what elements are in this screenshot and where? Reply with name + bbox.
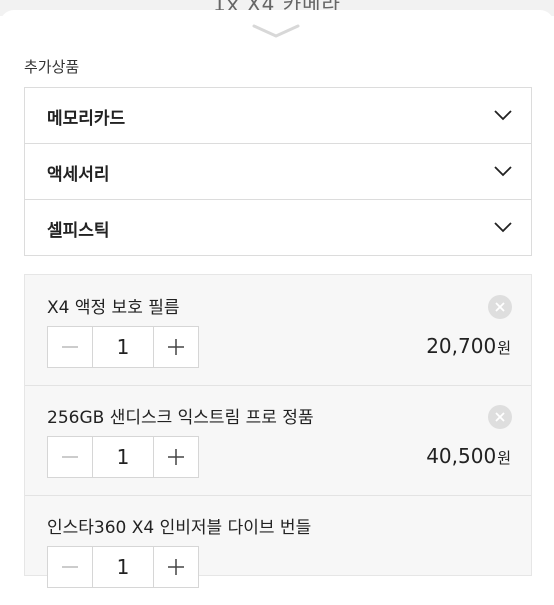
- accordion-label: 액세서리: [47, 165, 110, 185]
- close-icon: [495, 412, 505, 422]
- list-item: X4 액정 보호 필름 1 20,700원: [25, 275, 531, 386]
- minus-icon: [62, 566, 78, 568]
- chevron-down-icon: [494, 222, 512, 233]
- accordion-label: 셀피스틱: [47, 221, 110, 241]
- addon-accordion: 메모리카드 액세서리 셀피스틱: [24, 87, 532, 256]
- chevron-down-icon[interactable]: [250, 22, 302, 40]
- quantity-stepper: 1: [47, 326, 199, 368]
- accordion-item-memory-card[interactable]: 메모리카드: [25, 88, 531, 144]
- currency-unit: 원: [497, 339, 511, 357]
- product-name: 256GB 샌디스크 익스트림 프로 정품: [47, 408, 314, 428]
- increment-button[interactable]: [154, 437, 198, 477]
- minus-icon: [62, 346, 78, 348]
- product-name: 인스타360 X4 인비저블 다이브 번들: [47, 518, 312, 538]
- accordion-label: 메모리카드: [47, 109, 126, 129]
- plus-icon: [168, 449, 184, 465]
- accordion-item-selfie-stick[interactable]: 셀피스틱: [25, 200, 531, 255]
- chevron-down-icon: [494, 166, 512, 177]
- list-item: 256GB 샌디스크 익스트림 프로 정품 1 40,500원: [25, 385, 531, 496]
- remove-button[interactable]: [488, 405, 512, 429]
- product-name: X4 액정 보호 필름: [47, 298, 180, 318]
- selected-products-list: X4 액정 보호 필름 1 20,700원 256GB 샌디스크 익스트림 프로…: [24, 274, 532, 588]
- list-item: 인스타360 X4 인비저블 다이브 번들 1: [25, 495, 531, 605]
- decrement-button[interactable]: [48, 547, 92, 587]
- quantity-stepper: 1: [47, 546, 199, 588]
- chevron-down-icon: [494, 110, 512, 121]
- product-price: 20,700원: [426, 334, 511, 358]
- close-icon: [495, 302, 505, 312]
- accordion-item-accessory[interactable]: 액세서리: [25, 144, 531, 200]
- remove-button[interactable]: [488, 295, 512, 319]
- quantity-value[interactable]: 1: [92, 437, 154, 477]
- section-label: 추가상품: [24, 58, 80, 76]
- quantity-value[interactable]: 1: [92, 547, 154, 587]
- plus-icon: [168, 339, 184, 355]
- product-price: 40,500원: [426, 444, 511, 468]
- decrement-button[interactable]: [48, 437, 92, 477]
- price-amount: 20,700: [426, 334, 497, 358]
- quantity-value[interactable]: 1: [92, 327, 154, 367]
- increment-button[interactable]: [154, 547, 198, 587]
- quantity-stepper: 1: [47, 436, 199, 478]
- currency-unit: 원: [497, 449, 511, 467]
- decrement-button[interactable]: [48, 327, 92, 367]
- increment-button[interactable]: [154, 327, 198, 367]
- minus-icon: [62, 456, 78, 458]
- price-amount: 40,500: [426, 444, 497, 468]
- plus-icon: [168, 559, 184, 575]
